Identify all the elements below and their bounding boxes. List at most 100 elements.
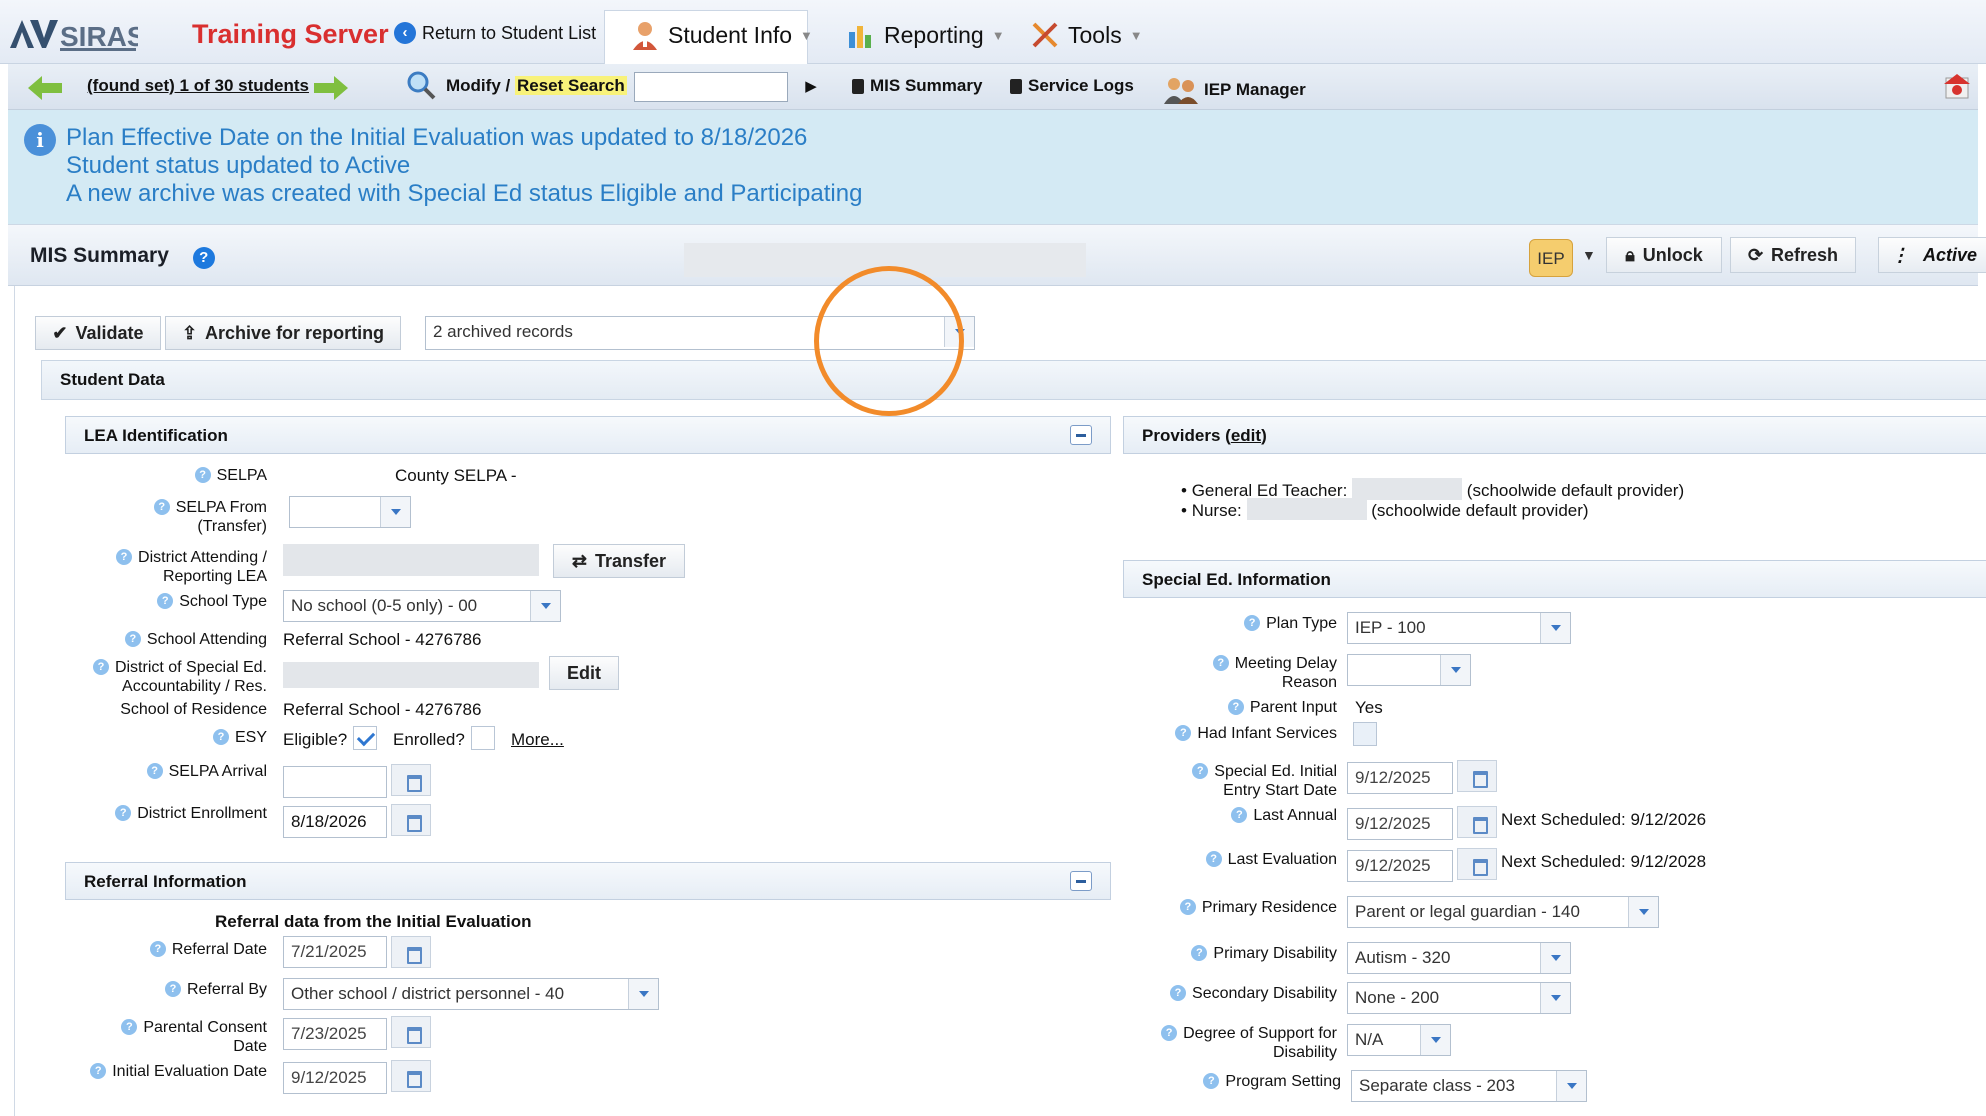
chevron-down-icon[interactable] [1440,655,1470,685]
chevron-down-icon[interactable] [1540,613,1570,643]
help-question-icon[interactable]: ? [146,763,163,779]
menu-student-info[interactable]: Student Info ▼ [630,20,813,50]
mis-summary-link[interactable]: MIS Summary [852,76,982,96]
school-type-select[interactable]: No school (0-5 only) - 00 [283,590,561,622]
help-question-icon[interactable]: ? [1231,807,1248,823]
initial-entry-label-text: Special Ed. Initial Entry Start Date [1214,763,1337,799]
found-set-link[interactable]: (found set) 1 of 30 students [87,76,309,96]
program-setting-select[interactable]: Separate class - 203 [1351,1070,1587,1102]
next-record-arrow-icon[interactable] [314,76,348,100]
primary-disability-select[interactable]: Autism - 320 [1347,942,1571,974]
return-to-student-list-link[interactable]: ‹ Return to Student List [394,22,596,44]
unlock-button[interactable]: 🔒︎ Unlock [1606,237,1722,273]
infant-services-checkbox[interactable] [1353,722,1377,746]
iep-badge[interactable]: IEP [1529,239,1573,277]
edit-button[interactable]: Edit [549,656,619,690]
search-go-arrow-icon[interactable]: ▶ [800,73,822,101]
calendar-icon[interactable] [391,936,431,968]
degree-support-select[interactable]: N/A [1347,1024,1451,1056]
collapse-icon[interactable] [1070,425,1092,445]
chevron-down-icon[interactable] [380,497,410,527]
help-question-icon[interactable]: ? [1161,1025,1178,1041]
plan-type-select[interactable]: IEP - 100 [1347,612,1571,644]
menu-tools[interactable]: Tools ▼ [1030,20,1143,50]
click-highlight-ring [814,266,964,416]
district-enrollment-input[interactable]: 8/18/2026 [283,806,387,838]
calendar-icon[interactable] [391,764,431,796]
help-question-icon[interactable]: ? [1192,763,1209,779]
calendar-icon[interactable] [391,804,431,836]
help-question-icon[interactable]: ? [164,981,181,997]
modify-link[interactable]: Modify [446,76,501,95]
siras-logo[interactable]: SIRAS [10,14,146,52]
transfer-arrows-icon: ⇄ [571,550,588,571]
status-menu[interactable]: ⋮ Active [1878,237,1986,273]
initial-entry-input[interactable]: 9/12/2025 [1347,762,1453,794]
refresh-button[interactable]: ⟳ Refresh [1730,237,1856,273]
calendar-icon[interactable] [391,1016,431,1048]
help-question-icon[interactable]: ? [149,941,166,957]
selpa-arrival-input[interactable] [283,766,387,798]
help-question-icon[interactable]: ? [1175,725,1192,741]
transfer-button[interactable]: ⇄ Transfer [553,544,685,578]
quick-search-input[interactable] [634,72,788,102]
chevron-down-icon[interactable] [1628,897,1658,927]
eligible-checkbox[interactable] [353,726,377,750]
iep-manager-link[interactable]: IEP Manager [1164,76,1306,104]
calendar-icon[interactable] [1457,848,1497,880]
chevron-down-icon[interactable] [1556,1071,1586,1101]
magnifier-search-icon[interactable] [406,70,436,100]
archive-for-reporting-button[interactable]: ⇪ Archive for reporting [165,316,401,350]
secondary-disability-select[interactable]: None - 200 [1347,982,1571,1014]
calendar-icon[interactable] [391,1060,431,1092]
help-question-icon[interactable]: ? [1170,985,1187,1001]
menu-reporting[interactable]: Reporting ▼ [846,20,1005,50]
last-eval-input[interactable]: 9/12/2025 [1347,850,1453,882]
chevron-down-icon[interactable] [1540,943,1570,973]
validate-button[interactable]: ✔ Validate [35,316,161,350]
help-question-icon[interactable]: ? [92,659,109,675]
previous-record-arrow-icon[interactable] [28,76,62,100]
chevron-down-icon[interactable] [1420,1025,1450,1055]
help-question-icon[interactable]: ? [124,631,141,647]
initial-eval-input[interactable]: 9/12/2025 [283,1062,387,1094]
kebab-menu-icon: ⋮ [1891,244,1909,265]
help-question-icon[interactable]: ? [121,1019,138,1035]
help-question-icon[interactable]: ? [1179,899,1196,915]
help-question-icon[interactable]: ? [115,805,132,821]
help-question-icon[interactable]: ? [153,499,170,515]
last-annual-input[interactable]: 9/12/2025 [1347,808,1453,840]
selpa-from-select[interactable] [289,496,411,528]
referral-by-select[interactable]: Other school / district personnel - 40 [283,978,659,1010]
help-question-icon[interactable]: ? [212,729,229,745]
help-lifebuoy-icon[interactable] [1942,72,1972,102]
primary-residence-select[interactable]: Parent or legal guardian - 140 [1347,896,1659,928]
reset-search-link[interactable]: Reset Search [514,76,627,95]
help-question-icon[interactable]: ? [1205,851,1222,867]
help-question-icon[interactable]: ? [1212,655,1229,671]
more-link[interactable]: More... [511,730,564,750]
referral-date-input[interactable]: 7/21/2025 [283,936,387,968]
help-question-icon[interactable]: ? [116,549,133,565]
help-question-icon[interactable]: ? [1203,1073,1220,1089]
service-logs-link[interactable]: Service Logs [1010,76,1134,96]
collapse-icon[interactable] [1070,871,1092,891]
calendar-icon[interactable] [1457,760,1497,792]
calendar-icon[interactable] [1457,806,1497,838]
help-question-icon[interactable]: ? [1244,615,1261,631]
enrolled-checkbox[interactable] [471,726,495,750]
providers-edit-link[interactable]: edit [1231,426,1261,445]
chevron-down-icon[interactable]: ▼ [1582,247,1596,263]
meeting-delay-select[interactable] [1347,654,1471,686]
chevron-down-icon[interactable] [530,591,560,621]
help-question-icon[interactable]: ? [192,247,215,269]
parental-consent-input[interactable]: 7/23/2025 [283,1018,387,1050]
chevron-down-icon[interactable] [628,979,658,1009]
nurse-name-redacted [1246,498,1367,520]
help-question-icon[interactable]: ? [90,1063,107,1079]
chevron-down-icon[interactable] [1540,983,1570,1013]
help-question-icon[interactable]: ? [157,593,174,609]
help-question-icon[interactable]: ? [194,467,211,483]
help-question-icon[interactable]: ? [1191,945,1208,961]
help-question-icon[interactable]: ? [1227,699,1244,715]
